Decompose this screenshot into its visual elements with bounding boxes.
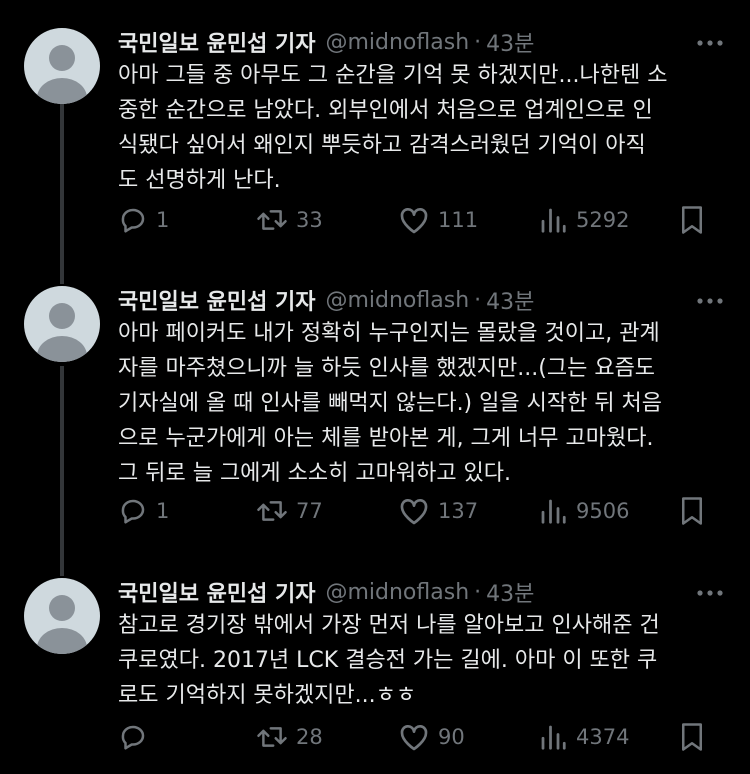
timestamp[interactable]: 43분 — [486, 284, 534, 316]
retweet-icon — [257, 727, 287, 747]
author-handle[interactable]: @midnoflash — [325, 288, 469, 313]
retweet-count: 77 — [296, 499, 323, 523]
reply-button[interactable]: 1 — [118, 494, 169, 528]
tweet-text-line: 아마 페이커도 내가 정확히 누구인지는 몰랐을 것이고, 관계 — [118, 321, 660, 346]
tweet-text: 아마 그들 중 아무도 그 순간을 기억 못 하겠지만...나한텐 소 중한 순… — [118, 58, 718, 198]
author-name[interactable]: 국민일보 윤민섭 기자 — [118, 576, 315, 608]
avatar[interactable] — [24, 286, 100, 362]
heart-icon — [400, 499, 428, 525]
like-button[interactable]: 137 — [398, 494, 478, 528]
tweet-text-line: 도 선명하게 난다. — [118, 168, 281, 193]
author-name[interactable]: 국민일보 윤민섭 기자 — [118, 284, 315, 316]
like-button[interactable]: 90 — [398, 720, 465, 754]
reply-icon — [121, 208, 145, 233]
tweet-header: 국민일보 윤민섭 기자 @midnoflash · 43분 — [118, 282, 534, 318]
tweet-text-line: 아마 그들 중 아무도 그 순간을 기억 못 하겠지만...나한텐 소 — [118, 63, 668, 88]
tweet-header: 국민일보 윤민섭 기자 @midnoflash · 43분 — [118, 574, 534, 610]
reply-icon — [121, 725, 145, 750]
reply-count: 1 — [156, 208, 170, 232]
separator: · — [474, 29, 482, 55]
tweet-header: 국민일보 윤민섭 기자 @midnoflash · 43분 — [118, 24, 534, 60]
tweet-text: 아마 페이커도 내가 정확히 누구인지는 몰랐을 것이고, 관계 자를 마주쳤으… — [118, 316, 718, 491]
tweet-text: 참고로 경기장 밖에서 가장 먼저 나를 알아보고 인사해준 건 쿠로였다. 2… — [118, 608, 718, 713]
retweet-icon — [257, 210, 287, 230]
like-count: 90 — [438, 725, 465, 749]
retweet-button[interactable]: 77 — [256, 494, 323, 528]
more-icon — [697, 298, 723, 304]
default-avatar-icon — [37, 595, 87, 654]
action-bar: 1 77 137 9506 — [118, 494, 718, 528]
tweet-text-line: 식됐다 싶어서 왜인지 뿌듯하고 감격스러웠던 기억이 아직 — [118, 133, 646, 158]
tweet[interactable]: 국민일보 윤민섭 기자 @midnoflash · 43분 아마 그들 중 아무… — [0, 28, 750, 268]
views-count: 5292 — [576, 208, 630, 232]
timeline-feed: 국민일보 윤민섭 기자 @midnoflash · 43분 아마 그들 중 아무… — [0, 0, 750, 774]
bookmark-icon — [682, 206, 702, 234]
retweet-icon — [257, 501, 287, 521]
tweet-text-line: 기자실에 올 때 인사를 빼먹지 않는다.) 일을 시작한 뒤 처음 — [118, 391, 663, 416]
reply-button[interactable] — [118, 720, 156, 754]
more-button[interactable] — [690, 28, 730, 58]
author-handle[interactable]: @midnoflash — [325, 30, 469, 55]
bookmark-icon — [682, 723, 702, 751]
retweet-count: 28 — [296, 725, 323, 749]
reply-button[interactable]: 1 — [118, 203, 169, 237]
separator: · — [474, 579, 482, 605]
like-count: 111 — [438, 208, 479, 232]
tweet-text-line: 참고로 경기장 밖에서 가장 먼저 나를 알아보고 인사해준 건 — [118, 613, 660, 638]
views-count: 4374 — [576, 725, 630, 749]
tweet-text-line: 쿠로였다. 2017년 LCK 결승전 가는 길에. 아마 이 또한 쿠 — [118, 648, 658, 673]
like-count: 137 — [438, 499, 479, 523]
reply-icon — [121, 499, 145, 524]
reply-count: 1 — [156, 499, 170, 523]
tweet[interactable]: 국민일보 윤민섭 기자 @midnoflash · 43분 참고로 경기장 밖에… — [0, 578, 750, 768]
bookmark-icon — [682, 497, 702, 525]
bookmark-button[interactable] — [678, 720, 714, 754]
views-button[interactable]: 4374 — [538, 720, 629, 754]
author-name[interactable]: 국민일보 윤민섭 기자 — [118, 26, 315, 58]
heart-icon — [400, 725, 428, 751]
author-handle[interactable]: @midnoflash — [325, 580, 469, 605]
avatar[interactable] — [24, 28, 100, 104]
timestamp[interactable]: 43분 — [486, 26, 534, 58]
like-button[interactable]: 111 — [398, 203, 478, 237]
more-button[interactable] — [690, 286, 730, 316]
tweet-text-line: 그 뒤로 늘 그에게 소소히 고마워하고 있다. — [118, 461, 512, 486]
bookmark-button[interactable] — [678, 494, 714, 528]
more-icon — [697, 590, 723, 596]
more-button[interactable] — [690, 578, 730, 608]
more-icon — [697, 40, 723, 46]
action-bar: 28 90 4374 — [118, 720, 718, 754]
default-avatar-icon — [37, 45, 87, 104]
timestamp[interactable]: 43분 — [486, 576, 534, 608]
default-avatar-icon — [37, 303, 87, 362]
tweet-text-line: 자를 마주쳤으니까 늘 하듯 인사를 했겠지만...(그는 요즘도 — [118, 356, 656, 381]
tweet-text-line: 로도 기억하지 못하겠지만...ㅎㅎ — [118, 683, 417, 708]
tweet-text-line: 중한 순간으로 남았다. 외부인에서 처음으로 업계인으로 인 — [118, 98, 653, 123]
views-icon — [541, 208, 566, 233]
separator: · — [474, 287, 482, 313]
views-button[interactable]: 9506 — [538, 494, 629, 528]
views-button[interactable]: 5292 — [538, 203, 629, 237]
tweet[interactable]: 국민일보 윤민섭 기자 @midnoflash · 43분 아마 페이커도 내가… — [0, 286, 750, 546]
retweet-button[interactable]: 28 — [256, 720, 323, 754]
action-bar: 1 33 111 5292 — [118, 203, 718, 237]
heart-icon — [400, 208, 428, 234]
views-icon — [541, 499, 566, 524]
bookmark-button[interactable] — [678, 203, 714, 237]
retweet-count: 33 — [296, 208, 323, 232]
views-icon — [541, 725, 566, 750]
views-count: 9506 — [576, 499, 630, 523]
tweet-text-line: 으로 누군가에게 아는 체를 받아본 게, 그게 너무 고마웠다. — [118, 426, 654, 451]
avatar[interactable] — [24, 578, 100, 654]
retweet-button[interactable]: 33 — [256, 203, 323, 237]
